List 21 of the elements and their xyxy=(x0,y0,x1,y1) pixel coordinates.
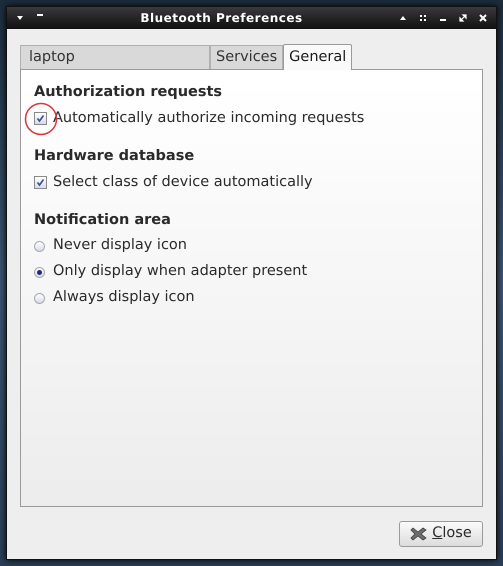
close-button[interactable]: Close xyxy=(399,521,483,547)
section-heading: Notification area xyxy=(34,210,172,230)
tab[interactable]: Services xyxy=(210,45,284,69)
section-heading: Authorization requests xyxy=(34,83,224,102)
section-heading: Hardware database xyxy=(34,146,196,166)
radio-label: Only display when adapter present xyxy=(53,262,308,282)
radio-button[interactable] xyxy=(34,240,45,252)
checkbox[interactable] xyxy=(34,112,47,126)
checkbox-label: Select class of device automatically xyxy=(53,172,313,192)
close-icon[interactable] xyxy=(478,13,488,23)
radio-label: Always display icon xyxy=(53,288,195,308)
radio-label: Never display icon xyxy=(53,236,187,256)
tab[interactable]: General xyxy=(283,44,352,70)
checkbox[interactable] xyxy=(34,176,47,189)
window-title: Bluetooth Preferences xyxy=(140,10,303,27)
maximize-icon[interactable] xyxy=(458,13,468,23)
radio-button[interactable] xyxy=(34,266,45,278)
tab[interactable]: laptop xyxy=(20,45,210,69)
radio-button[interactable] xyxy=(34,292,45,304)
close-icon xyxy=(410,526,428,542)
sticky-icon[interactable] xyxy=(418,13,428,23)
